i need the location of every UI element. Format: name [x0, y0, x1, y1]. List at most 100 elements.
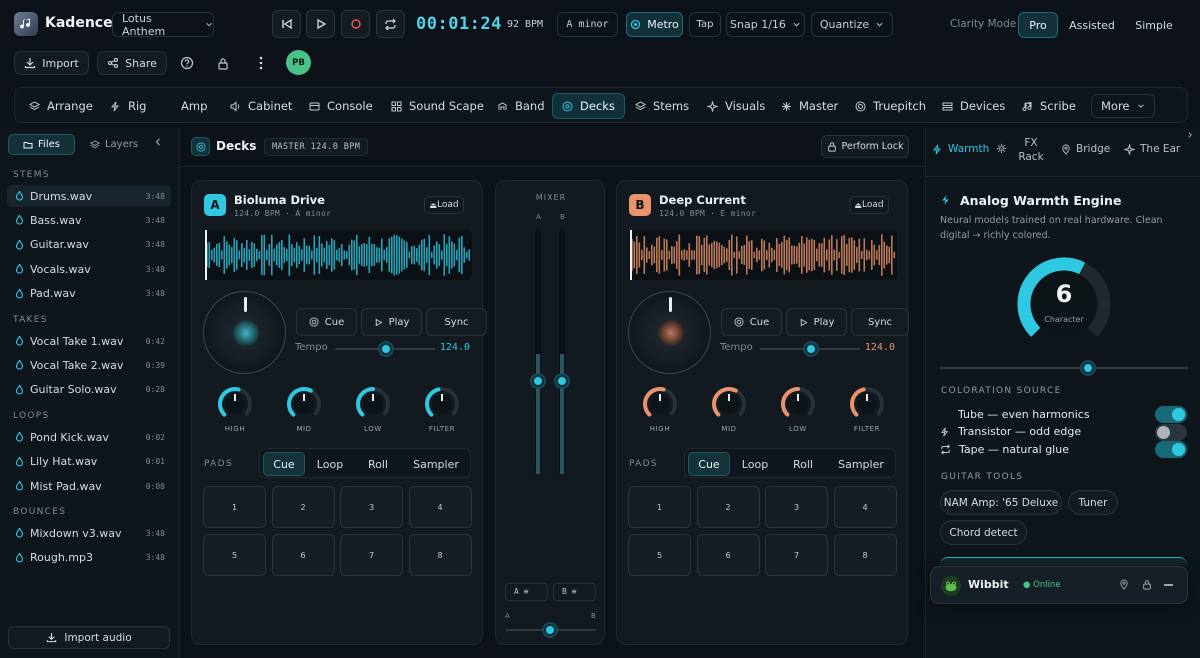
quantize-selector[interactable]: Quantize	[811, 12, 893, 37]
tab-fx-rack[interactable]: FX Rack	[1018, 136, 1044, 164]
pad-mode-loop[interactable]: Loop	[308, 452, 352, 476]
fx-rack-gear-icon[interactable]	[996, 143, 1007, 154]
file-item[interactable]: Vocals.wav 3:48	[7, 258, 171, 280]
bpm-display[interactable]: 92 BPM	[499, 12, 551, 37]
file-item[interactable]: Pond Kick.wav 0:02	[7, 426, 171, 448]
chord-detect-chip[interactable]: Chord detect	[940, 520, 1027, 545]
clarity-option-pro[interactable]: Pro	[1018, 12, 1058, 38]
sidebar-tab-layers[interactable]: Layers	[86, 134, 142, 155]
import-audio-button[interactable]: Import audio	[8, 626, 170, 649]
tab-decks[interactable]: Decks	[552, 93, 625, 119]
help-button[interactable]	[174, 50, 200, 76]
file-item[interactable]: Vocal Take 1.wav 0:42	[7, 330, 171, 352]
waveform[interactable]	[204, 230, 472, 280]
play-button[interactable]	[306, 10, 335, 38]
channel-b-fader-thumb[interactable]	[556, 375, 568, 387]
performance-pad[interactable]: 4	[408, 486, 472, 528]
performance-pad[interactable]: 6	[696, 534, 760, 576]
file-item[interactable]: Guitar Solo.wav 0:28	[7, 379, 171, 401]
file-item[interactable]: Mixdown v3.wav 3:48	[7, 522, 171, 544]
cue-button[interactable]: Cue	[721, 308, 782, 336]
crossfader-thumb[interactable]	[544, 624, 556, 636]
tab-amp[interactable]: Amp	[181, 88, 207, 124]
tuner-chip[interactable]: Tuner	[1068, 490, 1118, 515]
load-button[interactable]: ⏏ Load	[424, 196, 464, 214]
tab-cabinet[interactable]: Cabinet	[230, 88, 292, 124]
tab-warmth[interactable]: Warmth	[932, 143, 989, 155]
eq-knob[interactable]	[284, 384, 324, 424]
metro-toggle[interactable]: Metro	[626, 12, 683, 37]
expand-panel-button[interactable]	[1186, 131, 1194, 139]
file-item[interactable]: Bass.wav 3:48	[7, 209, 171, 231]
project-selector[interactable]: Lotus Anthem	[112, 12, 214, 38]
jog-wheel[interactable]	[203, 291, 286, 374]
tab-devices[interactable]: Devices	[942, 88, 1005, 124]
snap-selector[interactable]: Snap 1/16	[726, 12, 805, 37]
play-button[interactable]: Play	[786, 308, 847, 336]
performance-pad[interactable]: 7	[765, 534, 828, 576]
sync-button[interactable]: Sync	[426, 308, 487, 336]
key-display[interactable]: A minor	[557, 12, 618, 37]
character-slider[interactable]	[940, 367, 1188, 369]
file-item[interactable]: Mist Pad.wav 0:08	[7, 475, 171, 497]
tab-sound-scape[interactable]: Sound Scape	[391, 88, 484, 124]
source-toggle[interactable]	[1155, 441, 1187, 458]
performance-pad[interactable]: 7	[340, 534, 403, 576]
performance-pad[interactable]: 3	[765, 486, 828, 528]
eq-knob[interactable]	[640, 384, 680, 424]
perform-lock-button[interactable]: Perform Lock	[821, 135, 909, 158]
eq-knob[interactable]	[847, 384, 887, 424]
play-button[interactable]: Play	[361, 308, 422, 336]
waveform[interactable]	[629, 230, 897, 280]
import-button[interactable]: Import	[14, 51, 89, 75]
performance-pad[interactable]: 1	[628, 486, 691, 528]
file-item[interactable]: Drums.wav 3:48	[7, 185, 171, 207]
pad-mode-cue[interactable]: Cue	[688, 452, 730, 476]
more-tabs-button[interactable]: More	[1091, 94, 1155, 118]
tap-button[interactable]: Tap	[689, 12, 721, 37]
tab-console[interactable]: Console	[309, 88, 373, 124]
tempo-slider-thumb[interactable]	[380, 343, 392, 355]
tab-rig[interactable]: Rig	[110, 88, 147, 124]
cue-button[interactable]: Cue	[296, 308, 357, 336]
channel-b-select[interactable]: B ≡	[553, 583, 596, 601]
tab-band[interactable]: Band	[497, 88, 545, 124]
performance-pad[interactable]: 3	[340, 486, 403, 528]
wibbit-lock-button[interactable]	[1142, 579, 1152, 590]
clarity-option-assisted[interactable]: Assisted	[1062, 12, 1122, 38]
source-toggle[interactable]	[1155, 423, 1187, 441]
tab-stems[interactable]: Stems	[635, 88, 689, 124]
performance-pad[interactable]: 1	[203, 486, 266, 528]
file-item[interactable]: Rough.mp3 3:48	[7, 547, 171, 569]
pad-mode-roll[interactable]: Roll	[781, 452, 825, 476]
tab-the-ear[interactable]: The Ear	[1124, 143, 1180, 155]
pad-mode-sampler[interactable]: Sampler	[403, 452, 469, 476]
eq-knob[interactable]	[353, 384, 393, 424]
wibbit-minimize-icon[interactable]	[1164, 584, 1173, 586]
more-menu-button[interactable]	[248, 50, 274, 76]
performance-pad[interactable]: 2	[696, 486, 760, 528]
user-avatar[interactable]: PB	[286, 50, 311, 75]
share-button[interactable]: Share	[97, 51, 167, 75]
channel-a-fader-thumb[interactable]	[532, 375, 544, 387]
lock-button[interactable]	[210, 50, 236, 76]
tab-scribe[interactable]: Scribe	[1022, 88, 1076, 124]
pad-mode-cue[interactable]: Cue	[263, 452, 305, 476]
tempo-slider-thumb[interactable]	[805, 343, 817, 355]
performance-pad[interactable]: 6	[271, 534, 335, 576]
source-toggle[interactable]	[1155, 406, 1187, 423]
tab-arrange[interactable]: Arrange	[29, 88, 93, 124]
eq-knob[interactable]	[215, 384, 255, 424]
performance-pad[interactable]: 5	[203, 534, 266, 576]
file-item[interactable]: Lily Hat.wav 0:01	[7, 451, 171, 473]
performance-pad[interactable]: 8	[408, 534, 472, 576]
eq-knob[interactable]	[709, 384, 749, 424]
file-item[interactable]: Vocal Take 2.wav 0:39	[7, 354, 171, 376]
skip-back-button[interactable]	[272, 10, 301, 38]
clarity-option-simple[interactable]: Simple	[1128, 12, 1180, 38]
eq-knob[interactable]	[422, 384, 462, 424]
pad-mode-loop[interactable]: Loop	[733, 452, 777, 476]
eq-knob[interactable]	[778, 384, 818, 424]
tab-master[interactable]: Master	[781, 88, 838, 124]
channel-a-select[interactable]: A ≡	[505, 583, 548, 601]
